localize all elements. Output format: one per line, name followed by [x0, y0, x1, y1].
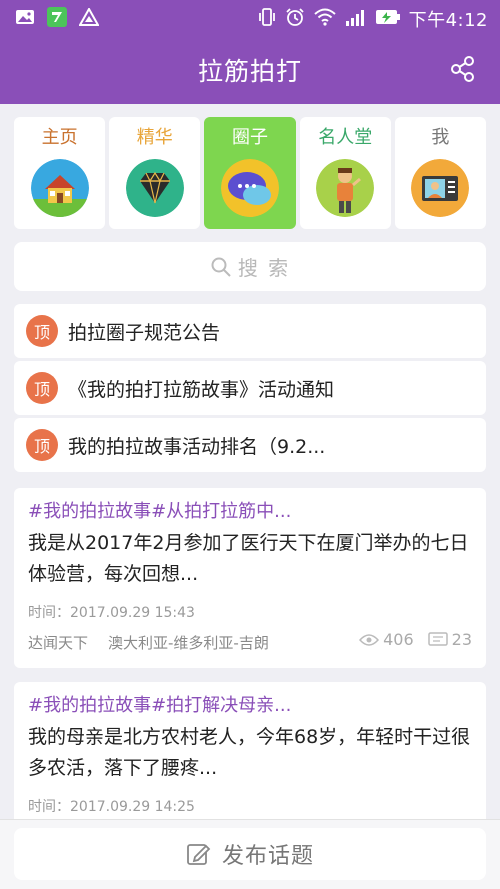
- search-icon: [211, 257, 231, 277]
- status-time: 下午4:12: [408, 10, 488, 31]
- pinned-notices: 顶 拍拉圈子规范公告 顶 《我的拍打拉筋故事》活动通知 顶 我的拍拉故事活动排名…: [14, 304, 486, 475]
- post-card[interactable]: #我的拍拉故事#从拍打拉筋中... 我是从2017年2月参加了医行天下在厦门举办…: [14, 488, 486, 668]
- tab-featured[interactable]: 精华: [109, 117, 201, 229]
- pinned-badge: 顶: [26, 315, 58, 347]
- vibrate-icon: [257, 7, 277, 32]
- comment-icon: [427, 631, 448, 646]
- post-card[interactable]: #我的拍拉故事#拍打解决母亲... 我的母亲是北方农村老人，今年68岁，年轻时干…: [14, 682, 486, 832]
- pinned-badge: 顶: [26, 429, 58, 461]
- share-icon: [451, 56, 474, 82]
- status-right: 下午4:12: [257, 6, 488, 32]
- notice-title: 《我的拍打拉筋故事》活动通知: [68, 378, 335, 401]
- alarm-icon: [285, 7, 305, 32]
- views-stat: 406: [359, 630, 414, 649]
- post-stats: 406 23: [359, 630, 472, 649]
- list-item[interactable]: 顶 我的拍拉故事活动排名（9.2...: [14, 418, 486, 472]
- profile-card-icon: [411, 159, 470, 217]
- share-button[interactable]: [448, 54, 478, 84]
- publish-topic-button[interactable]: 发布话题: [14, 828, 486, 880]
- tab-label: 精华: [136, 127, 173, 148]
- post-tags[interactable]: #我的拍拉故事#拍打解决母亲...: [28, 692, 472, 720]
- tab-label: 我: [431, 127, 450, 148]
- tab-hall-of-fame[interactable]: 名人堂: [299, 117, 391, 229]
- post-time: 时间：2017.09.29 14:25: [28, 799, 195, 815]
- notice-title: 我的拍拉故事活动排名（9.2...: [68, 435, 326, 458]
- status-left: [14, 7, 100, 27]
- notice-title: 拍拉圈子规范公告: [68, 321, 221, 344]
- battery-charging-icon: [375, 8, 401, 31]
- person-icon: [316, 159, 375, 217]
- pinned-badge: 顶: [26, 372, 58, 404]
- post-location: 澳大利亚-维多利亚-吉朗: [108, 634, 269, 652]
- search-placeholder: 搜 索: [237, 256, 291, 280]
- eye-icon: [359, 633, 380, 646]
- category-tabs: 主页 精华 圈子 名人堂 我: [14, 117, 487, 229]
- gem-icon: [125, 159, 184, 217]
- publish-label: 发布话题: [221, 844, 314, 869]
- tab-label: 名人堂: [318, 127, 373, 148]
- post-tags[interactable]: #我的拍拉故事#从拍打拉筋中...: [28, 498, 472, 526]
- chat-bubbles-icon: [221, 159, 279, 217]
- comments-stat: 23: [427, 630, 472, 649]
- gallery-icon: [14, 7, 36, 27]
- post-meta: 达闻天下 澳大利亚-维多利亚-吉朗 406 23: [28, 626, 472, 656]
- tab-home[interactable]: 主页: [14, 117, 106, 229]
- tab-label: 圈子: [232, 127, 268, 148]
- title-bar: 拉筋拍打: [0, 34, 500, 104]
- search-bar[interactable]: 搜 索: [14, 242, 486, 291]
- page-title: 拉筋拍打: [197, 57, 302, 86]
- post-time: 时间：2017.09.29 15:43: [28, 605, 195, 621]
- warning-icon: [78, 7, 100, 27]
- post-body: 我是从2017年2月参加了医行天下在厦门举办的七日体验营，每次回想...: [28, 532, 469, 585]
- comments-count: 23: [451, 630, 472, 649]
- post-body: 我的母亲是北方农村老人，今年68岁，年轻时干过很多农活，落下了腰疼...: [28, 726, 471, 779]
- app-icon: [46, 7, 68, 27]
- status-bar: 下午4:12: [0, 0, 500, 34]
- list-item[interactable]: 顶 拍拉圈子规范公告: [14, 304, 486, 358]
- tab-label: 主页: [41, 127, 78, 148]
- edit-icon: [187, 844, 211, 865]
- wifi-icon: [313, 8, 337, 31]
- views-count: 406: [383, 630, 414, 649]
- signal-icon: [345, 8, 367, 31]
- house-icon: [30, 159, 89, 217]
- bottom-bar: 发布话题: [0, 819, 500, 889]
- post-author[interactable]: 达闻天下: [28, 632, 88, 653]
- tab-me[interactable]: 我: [394, 117, 487, 229]
- list-item[interactable]: 顶 《我的拍打拉筋故事》活动通知: [14, 361, 486, 415]
- tab-circle[interactable]: 圈子: [204, 117, 296, 229]
